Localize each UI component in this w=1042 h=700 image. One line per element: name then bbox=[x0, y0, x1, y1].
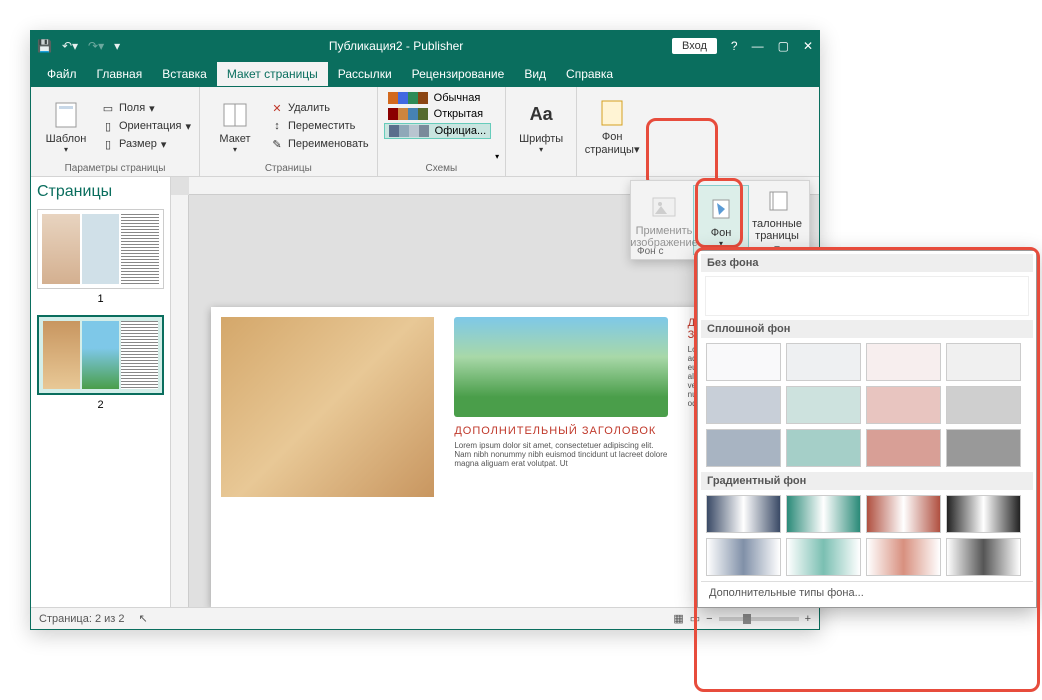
zoom-slider[interactable] bbox=[719, 617, 799, 621]
statusbar: Страница: 2 из 2 ↖ ▦ ▭ − + bbox=[31, 607, 819, 629]
signin-button[interactable]: Вход bbox=[672, 38, 717, 54]
page-indicator[interactable]: Страница: 2 из 2 bbox=[39, 613, 125, 625]
fonts-button[interactable]: Aa Шрифты▾ bbox=[512, 91, 570, 161]
page-thumb-1[interactable] bbox=[37, 209, 164, 289]
solid-swatch[interactable] bbox=[946, 386, 1021, 424]
page-background-button[interactable]: Фон страницы▾ bbox=[583, 91, 641, 161]
ribbon-tabs: Файл Главная Вставка Макет страницы Расс… bbox=[31, 61, 819, 87]
orientation-button[interactable]: ▯Ориентация▾ bbox=[99, 118, 193, 134]
maximize-icon[interactable]: ▢ bbox=[778, 39, 789, 53]
pointer-icon: ↖ bbox=[139, 612, 148, 625]
template-icon bbox=[50, 99, 82, 131]
background-dropdown-button[interactable]: Фон▾ bbox=[693, 185, 749, 255]
color-schemes[interactable]: Обычная Открытая Официа... bbox=[384, 91, 491, 161]
size-button[interactable]: ▯Размер▾ bbox=[99, 136, 193, 152]
group-pages: Страницы bbox=[206, 161, 371, 174]
layout-icon bbox=[219, 99, 251, 131]
body-text: Lorem ipsum dolor sit amet, consectetuer… bbox=[454, 441, 667, 468]
qat-more-icon[interactable]: ▾ bbox=[114, 39, 120, 53]
close-icon[interactable]: ✕ bbox=[803, 39, 813, 53]
page-thumb-2[interactable] bbox=[37, 315, 164, 395]
gradient-swatch[interactable] bbox=[706, 538, 781, 576]
help-icon[interactable]: ? bbox=[731, 39, 738, 53]
gradient-swatch[interactable] bbox=[786, 495, 861, 533]
apply-image-icon bbox=[648, 191, 680, 223]
solid-swatch[interactable] bbox=[946, 343, 1021, 381]
more-backgrounds-button[interactable]: Дополнительные типы фона... bbox=[701, 581, 1033, 604]
view-single-icon[interactable]: ▦ bbox=[673, 612, 683, 625]
group-page-params: Параметры страницы bbox=[37, 161, 193, 174]
zoom-out-icon[interactable]: − bbox=[706, 613, 712, 625]
layout-button[interactable]: Макет▾ bbox=[206, 91, 264, 161]
save-icon[interactable]: 💾 bbox=[37, 39, 52, 53]
rename-page-button[interactable]: ✎Переименовать bbox=[268, 136, 371, 152]
image-placeholder bbox=[221, 317, 434, 497]
gradient-swatch[interactable] bbox=[706, 495, 781, 533]
tab-home[interactable]: Главная bbox=[87, 62, 153, 86]
solid-swatch[interactable] bbox=[946, 429, 1021, 467]
background-ribbon-strip: Применить изображение Фон▾ талонные тран… bbox=[630, 180, 810, 260]
titlebar: 💾 ↶▾ ↷▾ ▾ Публикация2 - Publisher Вход ?… bbox=[31, 31, 819, 61]
template-button[interactable]: Шаблон▾ bbox=[37, 91, 95, 161]
apply-image-button[interactable]: Применить изображение bbox=[635, 185, 693, 255]
gradient-swatch[interactable] bbox=[946, 538, 1021, 576]
orientation-icon: ▯ bbox=[101, 119, 115, 133]
gallery-section-solid: Сплошной фон bbox=[701, 320, 1033, 338]
move-icon: ↕ bbox=[270, 119, 284, 133]
delete-page-button[interactable]: ✕Удалить bbox=[268, 100, 371, 116]
tab-review[interactable]: Рецензирование bbox=[402, 62, 515, 86]
tab-help[interactable]: Справка bbox=[556, 62, 623, 86]
gallery-section-nobg: Без фона bbox=[701, 254, 1033, 272]
solid-swatch[interactable] bbox=[786, 343, 861, 381]
tab-mailings[interactable]: Рассылки bbox=[328, 62, 402, 86]
margins-button[interactable]: ▭Поля▾ bbox=[99, 100, 193, 116]
delete-icon: ✕ bbox=[270, 101, 284, 115]
gradient-swatch[interactable] bbox=[786, 538, 861, 576]
move-page-button[interactable]: ↕Переместить bbox=[268, 118, 371, 134]
tab-insert[interactable]: Вставка bbox=[152, 62, 217, 86]
gradient-swatch[interactable] bbox=[866, 538, 941, 576]
solid-swatch[interactable] bbox=[866, 429, 941, 467]
group-schemes: Схемы bbox=[384, 161, 500, 174]
pages-panel-title: Страницы bbox=[37, 183, 164, 201]
solid-swatch[interactable] bbox=[706, 386, 781, 424]
zoom-in-icon[interactable]: + bbox=[805, 613, 811, 625]
gradient-swatch[interactable] bbox=[946, 495, 1021, 533]
ruler-vertical bbox=[171, 195, 189, 607]
pages-panel: Страницы 1 2 bbox=[31, 177, 171, 607]
view-spread-icon[interactable]: ▭ bbox=[690, 612, 700, 625]
solid-swatch[interactable] bbox=[786, 429, 861, 467]
rename-icon: ✎ bbox=[270, 137, 284, 151]
master-pages-button[interactable]: талонные траницы▾ bbox=[749, 185, 805, 255]
gradient-swatch[interactable] bbox=[866, 495, 941, 533]
image-placeholder bbox=[454, 317, 667, 417]
tab-view[interactable]: Вид bbox=[514, 62, 556, 86]
redo-icon[interactable]: ↷▾ bbox=[88, 39, 104, 53]
no-background-option[interactable] bbox=[705, 276, 1029, 316]
ribbon: Шаблон▾ ▭Поля▾ ▯Ориентация▾ ▯Размер▾ Пар… bbox=[31, 87, 819, 177]
heading: ДОПОЛНИТЕЛЬНЫЙ ЗАГОЛОВОК bbox=[454, 425, 667, 437]
solid-swatch[interactable] bbox=[866, 386, 941, 424]
solid-swatch[interactable] bbox=[706, 429, 781, 467]
solid-swatch[interactable] bbox=[706, 343, 781, 381]
minimize-icon[interactable]: — bbox=[752, 39, 764, 53]
window-title: Публикация2 - Publisher bbox=[120, 39, 672, 53]
solid-swatch[interactable] bbox=[866, 343, 941, 381]
fonts-icon: Aa bbox=[525, 99, 557, 131]
background-gallery: Без фона Сплошной фон Градиентный фон До… bbox=[697, 250, 1037, 608]
background-icon bbox=[596, 97, 628, 129]
master-pages-icon bbox=[761, 185, 793, 216]
margins-icon: ▭ bbox=[101, 101, 115, 115]
solid-swatch[interactable] bbox=[786, 386, 861, 424]
size-icon: ▯ bbox=[101, 137, 115, 151]
tab-page-layout[interactable]: Макет страницы bbox=[217, 62, 328, 86]
tab-file[interactable]: Файл bbox=[37, 62, 87, 86]
undo-icon[interactable]: ↶▾ bbox=[62, 39, 78, 53]
gallery-section-gradient: Градиентный фон bbox=[701, 472, 1033, 490]
paint-bucket-icon bbox=[705, 193, 737, 225]
